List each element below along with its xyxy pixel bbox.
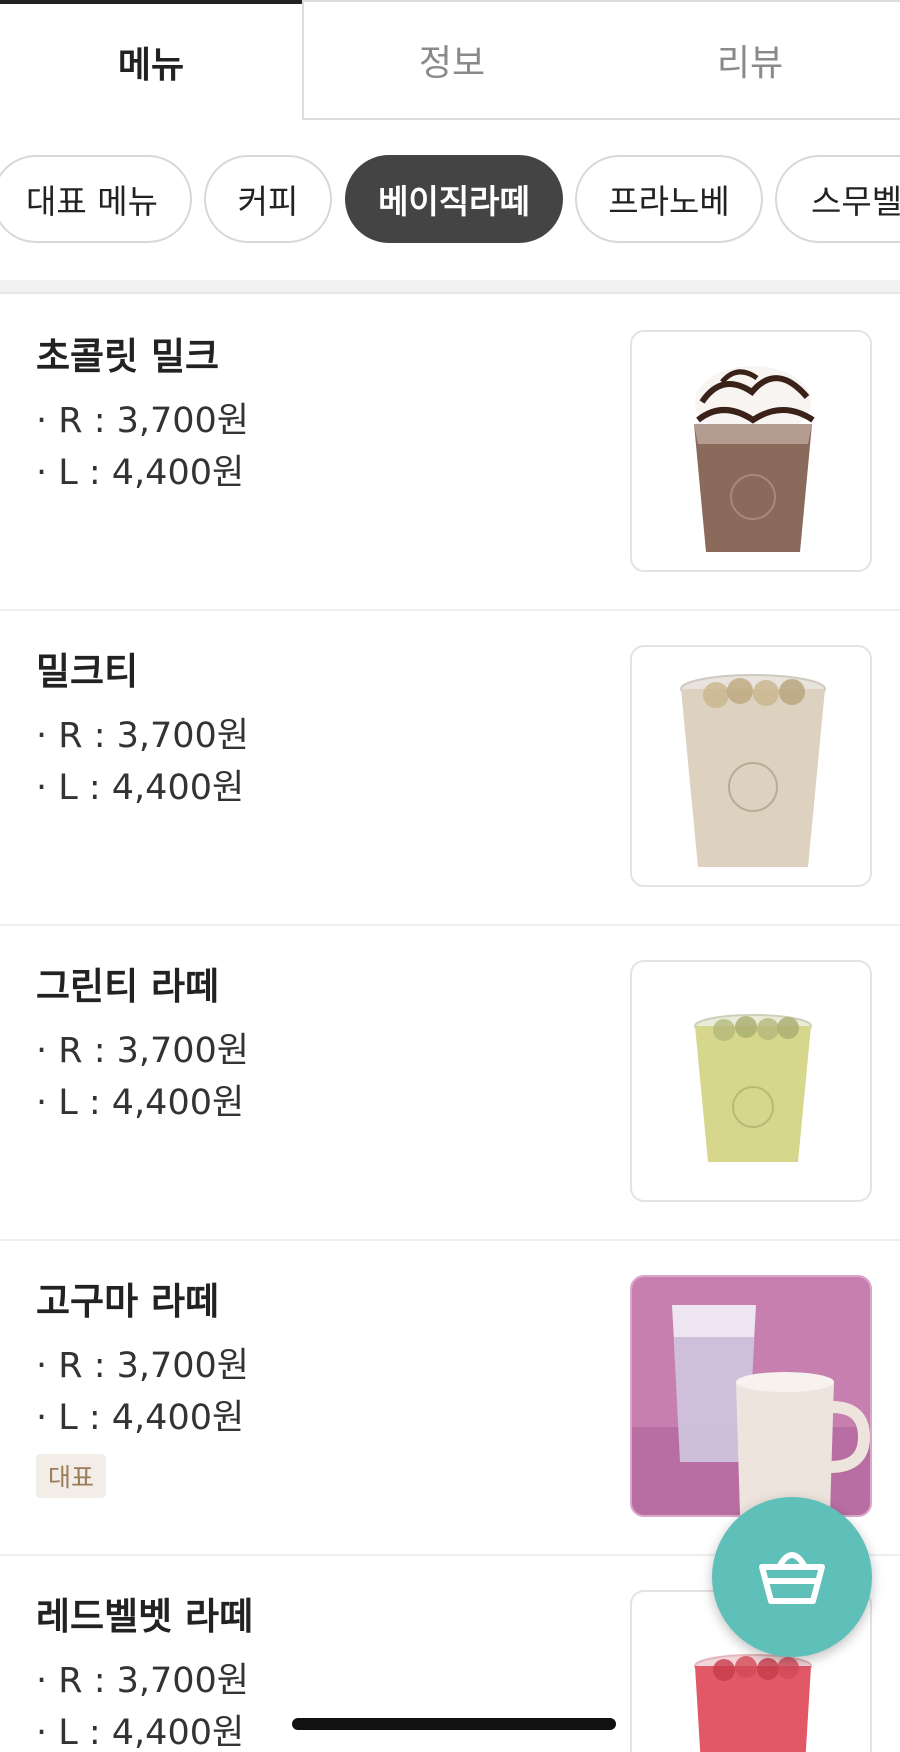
basket-icon [757, 1543, 827, 1611]
menu-item-name: 고구마 라떼 [36, 1280, 220, 1323]
menu-item-name: 그린티 라떼 [36, 965, 220, 1008]
menu-item-price-regular: · R : 3,700원 [36, 716, 250, 756]
menu-item[interactable]: 그린티 라떼 · R : 3,700원 · L : 4,400원 [0, 926, 900, 1241]
menu-item-name: 밀크티 [36, 650, 139, 693]
chip-coffee[interactable]: 커피 [204, 155, 332, 243]
chip-smoothie[interactable]: 스무벨 [775, 155, 900, 243]
category-chip-bar[interactable]: 대표 메뉴 커피 베이직라떼 프라노베 스무벨 [0, 155, 900, 245]
milk-tea-image [630, 645, 872, 887]
tab-review[interactable]: 리뷰 [600, 0, 900, 120]
menu-item-price-regular: · R : 3,700원 [36, 1661, 250, 1701]
tab-info[interactable]: 정보 [302, 0, 600, 120]
menu-item-price-large: · L : 4,400원 [36, 768, 245, 808]
menu-item-price-large: · L : 4,400원 [36, 1713, 245, 1752]
chip-franove[interactable]: 프라노베 [575, 155, 763, 243]
menu-item-price-regular: · R : 3,700원 [36, 401, 250, 441]
home-indicator [292, 1718, 616, 1730]
chip-basic-latte[interactable]: 베이직라떼 [345, 155, 563, 243]
menu-item-price-regular: · R : 3,700원 [36, 1346, 250, 1386]
menu-item[interactable]: 초콜릿 밀크 · R : 3,700원 · L : 4,400원 [0, 296, 900, 611]
top-tabs: 메뉴 정보 리뷰 [0, 0, 900, 120]
menu-item-price-large: · L : 4,400원 [36, 453, 245, 493]
signature-badge: 대표 [36, 1454, 107, 1498]
menu-item-name: 레드벨벳 라떼 [36, 1595, 254, 1638]
sweet-potato-latte-image [630, 1275, 872, 1517]
menu-item-price-large: · L : 4,400원 [36, 1083, 245, 1123]
menu-item-price-regular: · R : 3,700원 [36, 1031, 250, 1071]
green-tea-latte-image [630, 960, 872, 1202]
cart-button[interactable] [712, 1497, 872, 1657]
section-divider [0, 280, 900, 294]
menu-item[interactable]: 밀크티 · R : 3,700원 · L : 4,400원 [0, 611, 900, 926]
menu-item-price-large: · L : 4,400원 [36, 1398, 245, 1438]
tab-menu[interactable]: 메뉴 [0, 0, 302, 120]
menu-item-name: 초콜릿 밀크 [36, 335, 220, 378]
chocolate-milk-image [630, 330, 872, 572]
chip-representative-menu[interactable]: 대표 메뉴 [0, 155, 192, 243]
